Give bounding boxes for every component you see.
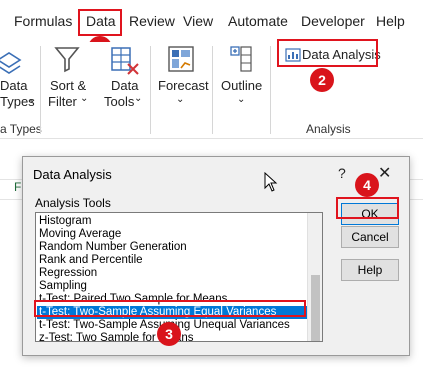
selected-tool-highlight <box>34 300 306 317</box>
data-analysis-highlight <box>277 39 378 67</box>
dialog-title: Data Analysis <box>33 167 112 182</box>
tab-automate[interactable]: Automate <box>228 13 288 29</box>
data-types-group-label: a Types <box>0 122 42 136</box>
tab-review[interactable]: Review <box>129 13 175 29</box>
data-types-icon <box>0 52 22 74</box>
data-tools-label-2[interactable]: Tools <box>104 94 134 109</box>
filter-funnel-icon <box>54 47 80 73</box>
help-icon[interactable]: ? <box>338 165 346 181</box>
list-item[interactable]: Regression <box>39 267 97 280</box>
help-button[interactable]: Help <box>341 259 399 281</box>
chevron-down-icon: ⌄ <box>134 93 143 104</box>
data-analysis-dialog: Data Analysis ? ✕ Analysis Tools Histogr… <box>22 156 410 356</box>
analysis-group-label: Analysis <box>306 122 351 136</box>
tab-view[interactable]: View <box>183 13 213 29</box>
forecast-label[interactable]: Forecast <box>158 78 209 93</box>
list-item[interactable]: Random Number Generation <box>39 241 187 254</box>
ribbon-separator <box>212 46 213 134</box>
scrollbar-thumb[interactable] <box>311 275 320 341</box>
ribbon-tab-bar: Formulas Data Review View Automate Devel… <box>0 0 423 42</box>
ribbon-separator <box>150 46 151 134</box>
close-icon[interactable]: ✕ <box>378 163 391 183</box>
data-tools-icon <box>111 47 139 75</box>
ribbon-separator <box>40 46 41 134</box>
analysis-tools-label: Analysis Tools <box>35 196 111 210</box>
forecast-sheet-icon <box>168 46 194 72</box>
data-types-label[interactable]: Data <box>0 78 27 93</box>
step-badge-4: 4 <box>355 173 379 197</box>
listbox-scrollbar[interactable] <box>307 213 322 341</box>
step-badge-3: 3 <box>157 322 181 346</box>
ok-button-highlight <box>336 197 399 219</box>
outline-label[interactable]: Outline <box>221 78 262 93</box>
mouse-pointer-icon <box>264 172 278 192</box>
chevron-down-icon: ⌄ <box>237 94 246 105</box>
list-item[interactable]: Moving Average <box>39 228 121 241</box>
data-tab-highlight <box>78 9 122 36</box>
outline-icon <box>230 46 252 72</box>
sort-filter-label[interactable]: Sort & <box>50 78 86 93</box>
analysis-tools-listbox[interactable]: Histogram Moving Average Random Number G… <box>35 212 323 342</box>
tab-developer[interactable]: Developer <box>301 13 365 29</box>
tab-formulas[interactable]: Formulas <box>14 13 72 29</box>
data-tools-label[interactable]: Data <box>111 78 138 93</box>
list-item[interactable]: Rank and Percentile <box>39 254 143 267</box>
excel-window: Formulas Data Review View Automate Devel… <box>0 0 423 377</box>
chevron-down-icon: ⌄ <box>28 94 37 105</box>
chevron-down-icon: ⌄ <box>176 94 185 105</box>
list-item[interactable]: Sampling <box>39 280 87 293</box>
tab-help[interactable]: Help <box>376 13 405 29</box>
chevron-down-icon: ⌄ <box>80 93 89 104</box>
ribbon-separator <box>270 46 271 134</box>
sort-filter-label-2[interactable]: Filter <box>48 94 77 109</box>
step-badge-2: 2 <box>310 68 334 92</box>
cancel-button[interactable]: Cancel <box>341 226 399 248</box>
list-item[interactable]: Histogram <box>39 215 91 228</box>
